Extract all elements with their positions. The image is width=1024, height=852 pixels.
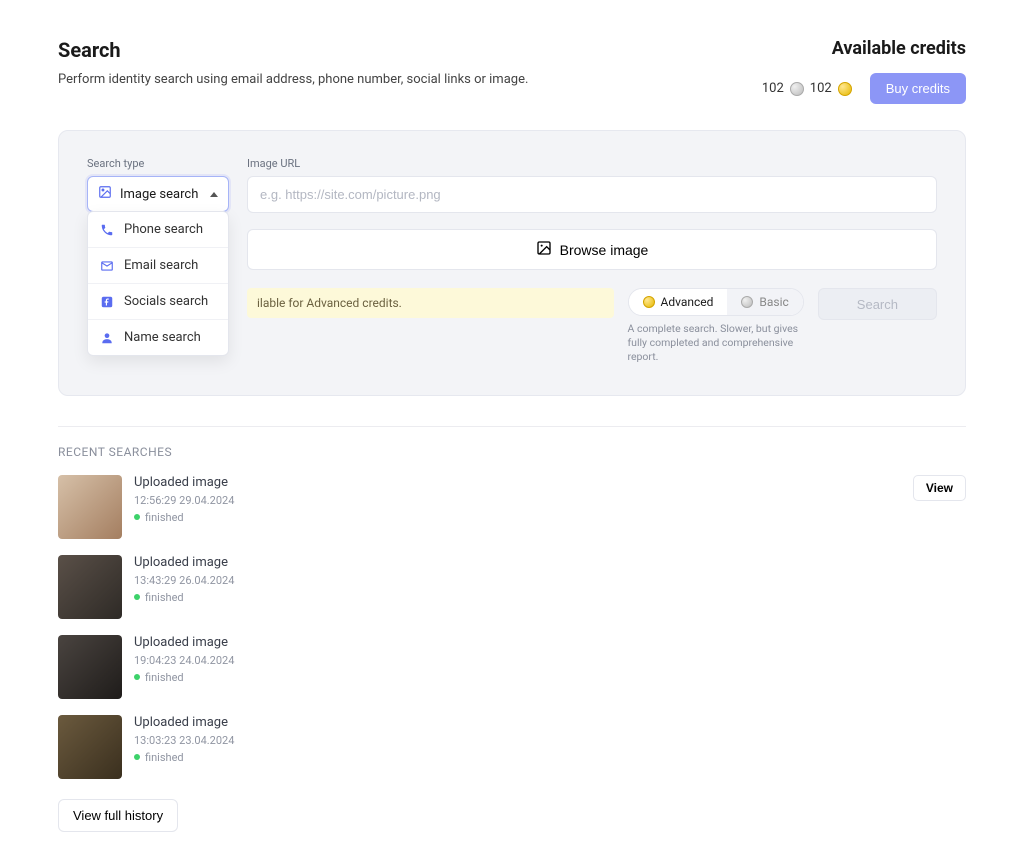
recent-item: Uploaded image 13:03:23 23.04.2024 finis… [58, 715, 966, 779]
search-type-select[interactable]: Image search [87, 176, 229, 212]
recent-item-title: Uploaded image [134, 475, 234, 490]
buy-credits-button[interactable]: Buy credits [870, 73, 966, 104]
divider [58, 426, 966, 427]
recent-section-title: Recent Searches [58, 445, 966, 459]
mode-toggle: Advanced Basic [628, 288, 804, 316]
recent-item-time: 13:43:29 26.04.2024 [134, 574, 234, 587]
silver-coin-icon [790, 82, 804, 96]
image-url-label: Image URL [247, 157, 937, 170]
person-icon [100, 331, 114, 345]
recent-item-status: finished [145, 511, 184, 524]
status-dot-icon [134, 674, 140, 680]
recent-item-status: finished [145, 671, 184, 684]
chevron-up-icon [210, 192, 218, 197]
recent-item-status: finished [145, 751, 184, 764]
credits-silver-value: 102 [762, 81, 784, 96]
browse-image-button[interactable]: Browse image [247, 229, 937, 270]
dropdown-item-label: Email search [124, 258, 198, 273]
search-button[interactable]: Search [818, 288, 937, 320]
recent-item-title: Uploaded image [134, 635, 234, 650]
recent-item-title: Uploaded image [134, 715, 234, 730]
dropdown-item-email[interactable]: Email search [88, 248, 228, 284]
mode-advanced-label: Advanced [661, 295, 714, 309]
view-full-history-button[interactable]: View full history [58, 799, 178, 832]
recent-item: Uploaded image 13:43:29 26.04.2024 finis… [58, 555, 966, 619]
dropdown-item-label: Phone search [124, 222, 203, 237]
thumbnail [58, 555, 122, 619]
image-icon [536, 240, 552, 259]
search-panel: Search type Image search [58, 130, 966, 396]
recent-item-title: Uploaded image [134, 555, 234, 570]
mode-basic-label: Basic [759, 295, 788, 309]
status-dot-icon [134, 754, 140, 760]
silver-coin-icon [741, 296, 753, 308]
social-icon [100, 295, 114, 309]
thumbnail [58, 715, 122, 779]
phone-icon [100, 223, 114, 237]
status-dot-icon [134, 594, 140, 600]
search-type-label: Search type [87, 157, 229, 170]
notice-banner: ilable for Advanced credits. [247, 288, 614, 318]
recent-item-time: 12:56:29 29.04.2024 [134, 494, 234, 507]
dropdown-item-phone[interactable]: Phone search [88, 212, 228, 248]
mail-icon [100, 259, 114, 273]
image-icon [98, 185, 112, 203]
recent-item: Uploaded image 12:56:29 29.04.2024 finis… [58, 475, 966, 539]
credits-title: Available credits [762, 38, 966, 59]
dropdown-item-name[interactable]: Name search [88, 320, 228, 355]
dropdown-item-label: Socials search [124, 294, 208, 309]
dropdown-item-socials[interactable]: Socials search [88, 284, 228, 320]
dropdown-item-label: Name search [124, 330, 201, 345]
status-dot-icon [134, 514, 140, 520]
page-subtitle: Perform identity search using email addr… [58, 72, 528, 87]
mode-advanced[interactable]: Advanced [629, 289, 728, 315]
recent-item-time: 19:04:23 24.04.2024 [134, 654, 234, 667]
credits-gold-value: 102 [810, 81, 832, 96]
search-type-dropdown: Phone search Email search Socials search [87, 211, 229, 356]
browse-label: Browse image [560, 242, 649, 258]
search-type-selected: Image search [120, 187, 198, 202]
view-button[interactable]: View [913, 475, 966, 501]
page-title: Search [58, 38, 528, 62]
mode-description: A complete search. Slower, but gives ful… [628, 322, 803, 365]
thumbnail [58, 475, 122, 539]
recent-item: Uploaded image 19:04:23 24.04.2024 finis… [58, 635, 966, 699]
gold-coin-icon [643, 296, 655, 308]
thumbnail [58, 635, 122, 699]
gold-coin-icon [838, 82, 852, 96]
image-url-input[interactable] [247, 176, 937, 213]
mode-basic[interactable]: Basic [727, 289, 802, 315]
recent-item-time: 13:03:23 23.04.2024 [134, 734, 234, 747]
recent-item-status: finished [145, 591, 184, 604]
